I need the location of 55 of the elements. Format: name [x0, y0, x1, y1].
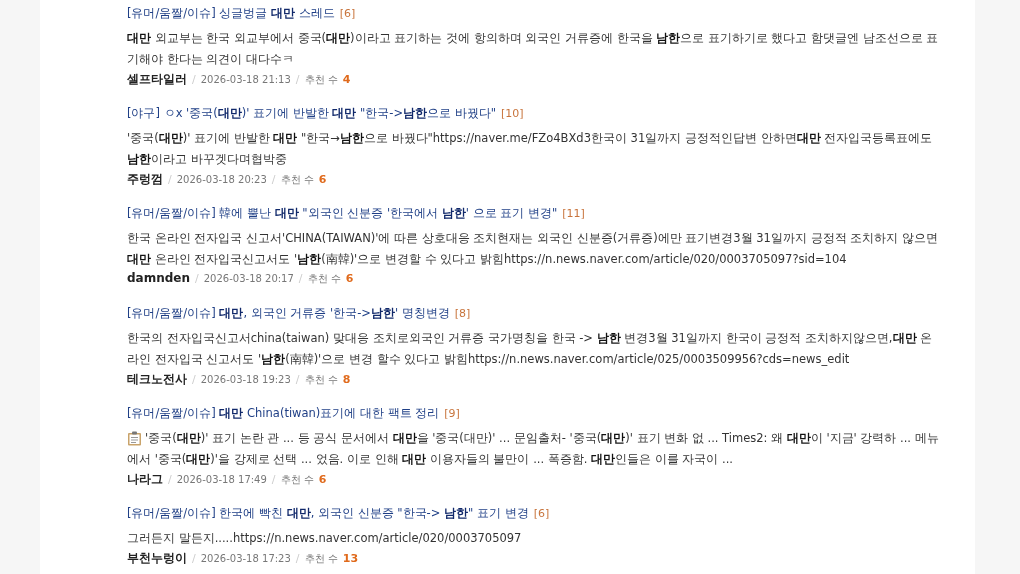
author-name: 부천누렁이: [127, 550, 187, 567]
recommend-label: 추천 수: [280, 473, 314, 487]
comment-count: [8]: [454, 307, 471, 320]
result-snippet: 한국 온라인 전자입국 신고서'CHINA(TAIWAN)'에 따른 상호대응 조치현재는 외국인 신분증(거류증)에만 표기변경3월 31일까지 긍정적 조치하지 않으면대만 온라인 전자입국신고서도 '남한(南韓)'으로 변경할 수 있다고 밝힘https://n.news.naver.com/article/020/0003705097?sid=104: [127, 230, 939, 268]
separator: /: [271, 173, 276, 186]
recommend-count: 6: [318, 173, 327, 186]
recommend-label: 추천 수: [280, 173, 314, 187]
result-snippet: '중국(대만)' 표기 논란 관 ... 등 공식 문서에서 대만을 '중국(대만)' ... 문임출처- '중국(대만)' 표기 변화 없 ... Times2: 왜 대만이 '지금' 강력하 ... 메뉴에서 '중국(대만)'을 강제로 선택 ... 었음. 이로 인해 대만 이용자들의 불만이 ... 폭증함. 대만인들은 이를 자국이 ...: [127, 430, 940, 468]
separator: /: [192, 73, 196, 86]
comment-count: [11]: [562, 207, 585, 220]
recommend-label: 추천 수: [304, 552, 338, 566]
separator: /: [295, 373, 300, 386]
recommend-label: 추천 수: [307, 272, 341, 286]
recommend-label: 추천 수: [304, 73, 338, 87]
separator: /: [168, 473, 172, 486]
post-date: 2026-03-18 17:23: [200, 553, 291, 564]
comment-count: [10]: [501, 107, 524, 120]
author-name: 나라그: [127, 471, 163, 488]
post-date: 2026-03-18 21:13: [200, 74, 291, 85]
result-title-link[interactable]: [유머/움짤/이슈] 韓에 뿔난 대만 "외국인 신분증 '한국에서 남한' 으로 표기 변경": [127, 206, 558, 221]
recommend-count: 6: [318, 473, 327, 486]
clipboard-icon: [127, 431, 142, 446]
separator: /: [168, 173, 172, 186]
author-name: damnden: [127, 271, 190, 285]
result-snippet: '중국(대만)' 표기에 반발한 대만 "한국→남한으로 바꿨다"https://naver.me/FZo4BXd3한국이 31일까지 긍정적인답변 안하면대만 전자입국등록표에도 남한이라고 바꾸겟다며협박중: [127, 130, 934, 168]
result-snippet: 대만 외교부는 한국 외교부에서 중국(대만)이라고 표기하는 것에 항의하며 외국인 거류증에 한국을 남한으로 표기하기로 했다고 함댓글엔 남조선으로 표기해야 한다는 의견이 대다수ㅋ: [127, 30, 940, 68]
separator: /: [195, 272, 199, 285]
separator: /: [298, 272, 303, 285]
result-title-link[interactable]: [유머/움짤/이슈] 대만 China(tiwan)표기에 대한 팩트 정리: [127, 406, 440, 421]
post-date: 2026-03-18 19:23: [200, 374, 291, 385]
post-date: 2026-03-18 17:49: [176, 474, 267, 485]
comment-count: [6]: [533, 507, 550, 520]
author-name: 셀프타일러: [127, 71, 187, 88]
recommend-count: 6: [345, 272, 354, 285]
author-name: 테크노전사: [127, 371, 187, 388]
recommend-count: 8: [342, 373, 351, 386]
separator: /: [271, 473, 276, 486]
result-title-link[interactable]: [유머/움짤/이슈] 대만, 외국인 거류증 '한국->남한' 명칭변경: [127, 306, 450, 321]
separator: /: [192, 552, 196, 565]
result-title-link[interactable]: [야구] ㅇx '중국(대만)' 표기에 반발한 대만 "한국->남한으로 바꿨다": [127, 106, 497, 121]
comment-count: [6]: [339, 7, 356, 20]
result-snippet: 한국의 전자입국신고서china(taiwan) 맞대응 조치로외국인 거류증 국가명칭을 한국 -> 남한 변경3월 31일까지 한국이 긍정적 조치하지않으면,대만 온라인 전자입국 신고서도 '남한(南韓)'으로 변경 할수 있다고 밝힘https://n.news.naver.com/article/025/0003509956?cds=news_edit: [127, 330, 934, 368]
author-name: 주렁껌: [127, 171, 163, 188]
post-date: 2026-03-18 20:17: [203, 273, 294, 284]
result-snippet: 그러든지 말든지.....https://n.news.naver.com/article/020/0003705097: [127, 530, 523, 547]
separator: /: [295, 73, 300, 86]
recommend-count: 4: [342, 73, 351, 86]
result-title-link[interactable]: [유머/움짤/이슈] 한국에 빡친 대만, 외국인 신분증 "한국-> 남한" 표기 변경: [127, 506, 529, 521]
post-date: 2026-03-18 20:23: [176, 174, 267, 185]
result-title-link[interactable]: [유머/움짤/이슈] 싱글벙글 대만 스레드: [127, 6, 335, 21]
recommend-count: 13: [342, 552, 359, 565]
comment-count: [9]: [444, 407, 460, 420]
separator: /: [295, 552, 300, 565]
separator: /: [192, 373, 196, 386]
recommend-label: 추천 수: [304, 373, 338, 387]
